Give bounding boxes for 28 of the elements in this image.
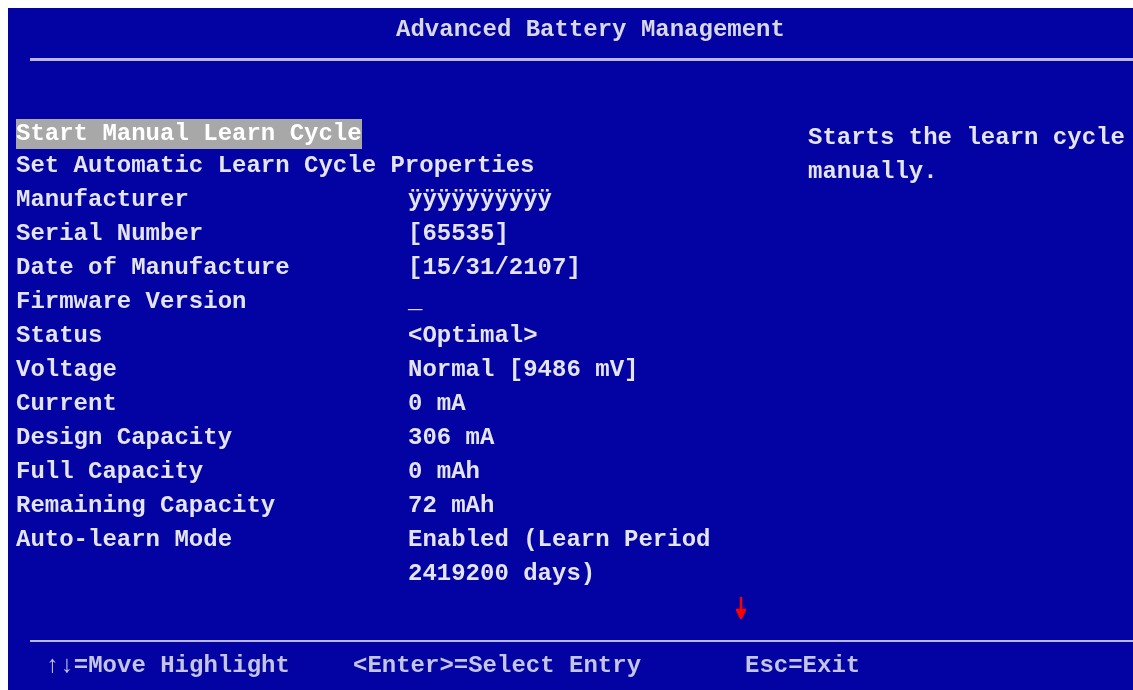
menu-item[interactable]: Auto-learn Mode <box>16 523 233 591</box>
field-value: ÿÿÿÿÿÿÿÿÿÿ <box>407 185 554 215</box>
menu-item[interactable]: Set Automatic Learn Cycle Properties <box>16 149 535 183</box>
field-value: [15/31/2107] <box>407 253 582 283</box>
menu-item[interactable]: Full Capacity <box>16 455 204 489</box>
field-value: 0 mAh <box>407 457 481 487</box>
menu-item[interactable]: Manufacturer <box>16 183 189 217</box>
help-text: Starts the learn cycle manually. <box>808 123 1126 187</box>
field-value: <Optimal> <box>407 321 539 351</box>
key-hint: <Enter>=Select Entry <box>353 651 643 681</box>
menu-item[interactable]: Design Capacity <box>16 421 233 455</box>
key-hint: ↑↓=Move Highlight <box>44 651 291 681</box>
menu-item[interactable]: Date of Manufacture <box>16 251 290 285</box>
field-value: Normal [9486 mV] <box>407 355 640 385</box>
field-value: [65535] <box>407 219 510 249</box>
field-value: _ <box>407 287 424 317</box>
menu-item[interactable]: Voltage <box>16 353 117 387</box>
field-value: 72 mAh <box>407 491 496 521</box>
screen-title: Advanced Battery Management <box>396 15 785 45</box>
field-value: 306 mA <box>407 423 496 453</box>
field-value: Enabled (Learn Period 2419200 days) <box>407 525 712 589</box>
menu-item[interactable]: Serial Number <box>16 217 204 251</box>
menu-item[interactable]: Current <box>16 387 117 421</box>
field-value: 0 mA <box>407 389 467 419</box>
menu-item[interactable]: Status <box>16 319 103 353</box>
menu-item[interactable]: Firmware Version <box>16 285 247 319</box>
menu-item[interactable]: Remaining Capacity <box>16 489 276 523</box>
key-hint: Esc=Exit <box>745 651 862 681</box>
